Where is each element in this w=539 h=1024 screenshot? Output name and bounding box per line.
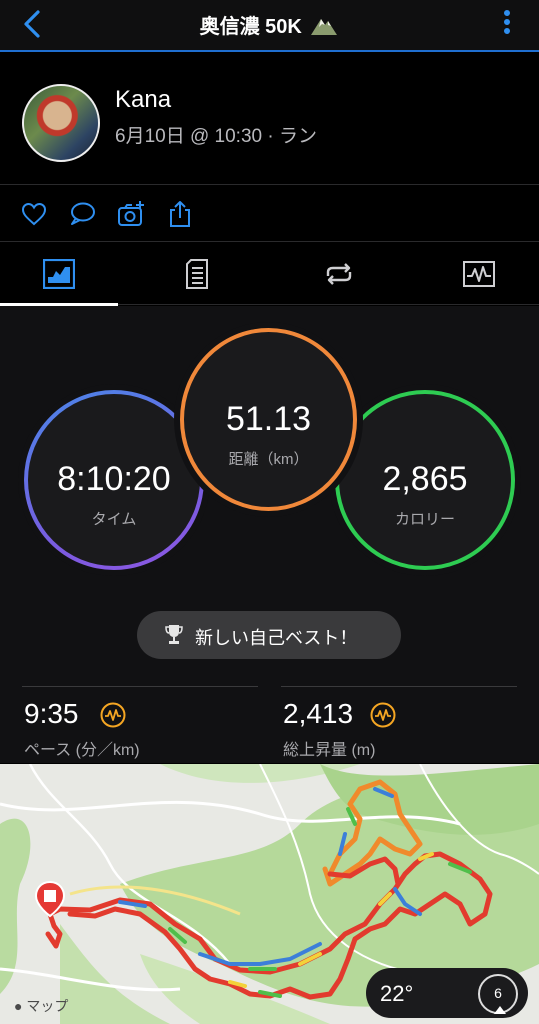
action-bar [0, 186, 539, 242]
user-name[interactable]: Kana [115, 86, 171, 114]
pace-badge-icon [100, 702, 126, 728]
ascent-badge-icon [370, 702, 396, 728]
calories-ring: 2,865 カロリー [335, 390, 515, 570]
distance-label: 距離（km） [228, 451, 309, 468]
stats-panel: 8:10:20 タイム 2,865 カロリー 51.13 距離（km） 新しい自… [0, 306, 539, 763]
ascent-label: 総上昇量 (m) [283, 742, 376, 759]
distance-value: 51.13 [225, 400, 312, 438]
personal-record-badge[interactable]: 新しい自己ベスト！ [137, 611, 401, 659]
weather-chip[interactable]: 22° 6 [366, 968, 528, 1018]
divider [281, 686, 517, 687]
charts-pulse-icon [463, 261, 495, 287]
calories-value: 2,865 [382, 460, 468, 498]
calories-label: カロリー [394, 511, 455, 528]
activity-meta: 6月10日 @ 10:30 · ラン [115, 126, 317, 147]
avatar[interactable] [22, 84, 100, 162]
share-icon[interactable] [166, 200, 194, 228]
wind-compass-icon: 6 [478, 974, 518, 1014]
laps-loop-icon [326, 263, 352, 285]
top-bar: 奥信濃 50K [0, 0, 539, 52]
tab-stats[interactable] [140, 243, 258, 305]
ascent-metric: 2,413 総上昇量 (m) [283, 698, 396, 760]
route-map[interactable]: ● マップ 22° 6 [0, 764, 539, 1024]
time-value: 8:10:20 [57, 460, 171, 498]
pace-label: ペース (分／km) [24, 742, 140, 759]
tab-charts[interactable] [420, 243, 538, 305]
mountain-icon [311, 19, 338, 35]
trophy-icon [165, 625, 183, 644]
divider [22, 686, 258, 687]
tab-overview[interactable] [0, 243, 118, 306]
apple-logo-icon: ● [14, 998, 23, 1014]
like-heart-icon[interactable] [20, 200, 48, 228]
temperature-value: 22° [380, 981, 414, 1006]
more-options-icon[interactable] [503, 7, 511, 43]
time-ring: 8:10:20 タイム [24, 390, 204, 570]
personal-record-text: 新しい自己ベスト！ [195, 628, 358, 648]
activity-tabs [0, 243, 539, 306]
comment-icon[interactable] [68, 200, 96, 228]
tab-laps[interactable] [280, 243, 398, 305]
profile-section: Kana 6月10日 @ 10:30 · ラン [0, 54, 539, 185]
activity-title-text: 奥信濃 50K [199, 16, 302, 38]
pace-metric: 9:35 ペース (分／km) [24, 698, 140, 760]
add-photo-icon[interactable] [117, 200, 145, 228]
time-label: タイム [91, 511, 137, 528]
activity-title: 奥信濃 50K [0, 10, 539, 39]
map-attribution-text: マップ [26, 998, 69, 1014]
wind-speed-value: 6 [494, 985, 502, 1001]
distance-ring: 51.13 距離（km） [180, 328, 357, 511]
stats-document-icon [186, 259, 208, 289]
overview-chart-icon [43, 259, 75, 289]
ascent-value: 2,413 [283, 698, 354, 729]
map-attribution: ● マップ [14, 996, 68, 1016]
